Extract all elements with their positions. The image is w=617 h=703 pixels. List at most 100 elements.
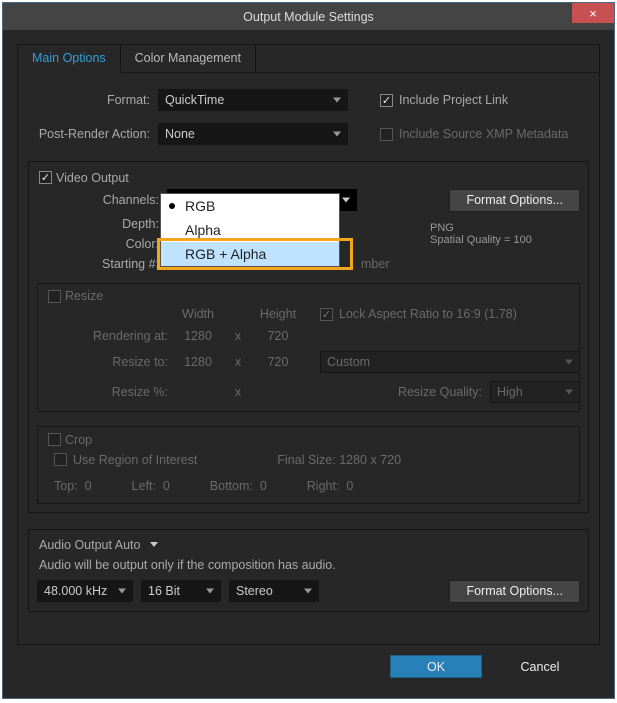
- tab-color-management[interactable]: Color Management: [121, 45, 256, 72]
- post-render-select[interactable]: None: [158, 123, 348, 145]
- content: Main Options Color Management Format: Qu…: [3, 30, 614, 698]
- channels-option-rgb-alpha[interactable]: RGB + Alpha: [161, 242, 339, 266]
- audio-channels-select[interactable]: Stereo: [229, 580, 319, 602]
- use-roi-label: Use Region of Interest: [73, 453, 197, 467]
- audio-format-options-button[interactable]: Format Options...: [449, 580, 580, 603]
- channels-option-alpha[interactable]: Alpha: [161, 218, 339, 242]
- audio-rate: 48.000 kHz: [44, 584, 107, 598]
- main-panel: Main Options Color Management Format: Qu…: [17, 44, 600, 645]
- audio-rate-select[interactable]: 48.000 kHz: [37, 580, 133, 602]
- audio-group: Audio Output Auto Audio will be output o…: [28, 529, 589, 612]
- use-roi[interactable]: Use Region of Interest: [54, 453, 197, 467]
- crop-left-value: 0: [163, 479, 170, 493]
- video-format-options-button[interactable]: Format Options...: [449, 189, 580, 212]
- resize-grid: Width Height Lock Aspect Ratio to 16:9 (…: [46, 307, 571, 403]
- footer-buttons: OK Cancel: [17, 645, 600, 692]
- tab-bar: Main Options Color Management: [18, 45, 599, 73]
- png-line2: Spatial Quality = 100: [430, 234, 580, 246]
- format-row: Format: QuickTime Include Project Link: [28, 89, 589, 111]
- format-value: QuickTime: [165, 93, 224, 107]
- audio-bits: 16 Bit: [148, 584, 180, 598]
- crop-left-label: Left:: [132, 479, 156, 493]
- x-sep2: x: [228, 355, 248, 369]
- checkbox-icon: [48, 433, 61, 446]
- crop-bottom-label: Bottom:: [210, 479, 253, 493]
- include-project-link[interactable]: Include Project Link: [380, 93, 508, 107]
- dialog-window: Output Module Settings × Main Options Co…: [2, 2, 615, 699]
- chevron-down-icon: [118, 589, 126, 594]
- crop-right-value: 0: [346, 479, 353, 493]
- x-sep: x: [228, 329, 248, 343]
- resize-to-label: Resize to:: [46, 355, 168, 369]
- audio-channels: Stereo: [236, 584, 273, 598]
- crop-group: Crop Use Region of Interest Final Size: …: [37, 426, 580, 504]
- post-render-label: Post-Render Action:: [28, 127, 150, 141]
- checkbox-icon: [380, 94, 393, 107]
- crop-top-value: 0: [85, 479, 92, 493]
- chevron-down-icon: [565, 390, 573, 395]
- include-link-label: Include Project Link: [399, 93, 508, 107]
- x-sep3: x: [228, 385, 248, 399]
- channels-option-rgb[interactable]: RGB: [161, 194, 339, 218]
- resize-pct-label: Resize %:: [46, 385, 168, 399]
- chevron-down-icon: [304, 589, 312, 594]
- resize-quality-value: High: [497, 385, 523, 399]
- rendering-h: 720: [248, 329, 308, 343]
- crop-values: Top: 0 Left: 0 Bottom: 0 Right: 0: [46, 473, 571, 495]
- checkbox-icon: [54, 453, 67, 466]
- video-output-title[interactable]: Video Output: [35, 171, 133, 185]
- checkbox-icon: [39, 171, 52, 184]
- crop-right-label: Right:: [307, 479, 340, 493]
- audio-bits-select[interactable]: 16 Bit: [141, 580, 221, 602]
- lock-aspect[interactable]: Lock Aspect Ratio to 16:9 (1.78): [320, 307, 580, 321]
- format-label: Format:: [28, 93, 150, 107]
- ok-button[interactable]: OK: [390, 655, 482, 678]
- depth-label: Depth:: [37, 217, 159, 231]
- post-render-row: Post-Render Action: None Include Source …: [28, 123, 589, 145]
- starting-label: Starting #:: [37, 257, 159, 271]
- window-title: Output Module Settings: [3, 10, 614, 24]
- tab-body: Format: QuickTime Include Project Link P…: [18, 73, 599, 644]
- cancel-button[interactable]: Cancel: [500, 655, 580, 678]
- crop-label: Crop: [65, 433, 92, 447]
- chevron-down-icon: [342, 197, 350, 202]
- final-size: Final Size: 1280 x 720: [277, 453, 401, 467]
- starting-suffix: mber: [361, 257, 389, 271]
- tab-main-options[interactable]: Main Options: [18, 45, 121, 73]
- resize-label: Resize: [65, 289, 103, 303]
- rendering-w: 1280: [168, 329, 228, 343]
- checkbox-icon: [380, 128, 393, 141]
- color-label: Color:: [37, 237, 159, 251]
- resize-custom-value: Custom: [327, 355, 370, 369]
- resize-group: Resize Width Height Lock Aspect Ratio to…: [37, 283, 580, 413]
- format-select[interactable]: QuickTime: [158, 89, 348, 111]
- channels-dropdown-list: RGB Alpha RGB + Alpha: [160, 193, 340, 267]
- crop-bottom-value: 0: [260, 479, 267, 493]
- channels-label: Channels:: [37, 193, 159, 207]
- resize-title[interactable]: Resize: [44, 289, 107, 303]
- chevron-down-icon: [206, 589, 214, 594]
- resize-h: 720: [248, 355, 308, 369]
- include-xmp[interactable]: Include Source XMP Metadata: [380, 127, 568, 141]
- titlebar: Output Module Settings ×: [3, 3, 614, 30]
- chevron-down-icon: [333, 132, 341, 137]
- chevron-down-icon: [150, 542, 158, 547]
- png-line1: PNG: [430, 222, 580, 234]
- lock-aspect-label: Lock Aspect Ratio to 16:9 (1.78): [339, 307, 517, 321]
- post-render-value: None: [165, 127, 195, 141]
- resize-quality-label: Resize Quality:: [398, 385, 482, 399]
- rendering-label: Rendering at:: [46, 329, 168, 343]
- video-output-group: Video Output Channels: RGB: [28, 161, 589, 513]
- resize-quality-select[interactable]: High: [490, 381, 580, 403]
- checkbox-icon: [320, 308, 333, 321]
- close-button[interactable]: ×: [572, 3, 614, 23]
- resize-custom-select[interactable]: Custom: [320, 351, 580, 373]
- audio-title[interactable]: Audio Output Auto: [35, 538, 162, 552]
- crop-title[interactable]: Crop: [44, 433, 96, 447]
- crop-top-label: Top:: [54, 479, 78, 493]
- height-header: Height: [248, 307, 308, 321]
- audio-mode: Audio Output Auto: [39, 538, 140, 552]
- include-xmp-label: Include Source XMP Metadata: [399, 127, 568, 141]
- audio-msg: Audio will be output only if the composi…: [37, 556, 580, 580]
- width-header: Width: [168, 307, 228, 321]
